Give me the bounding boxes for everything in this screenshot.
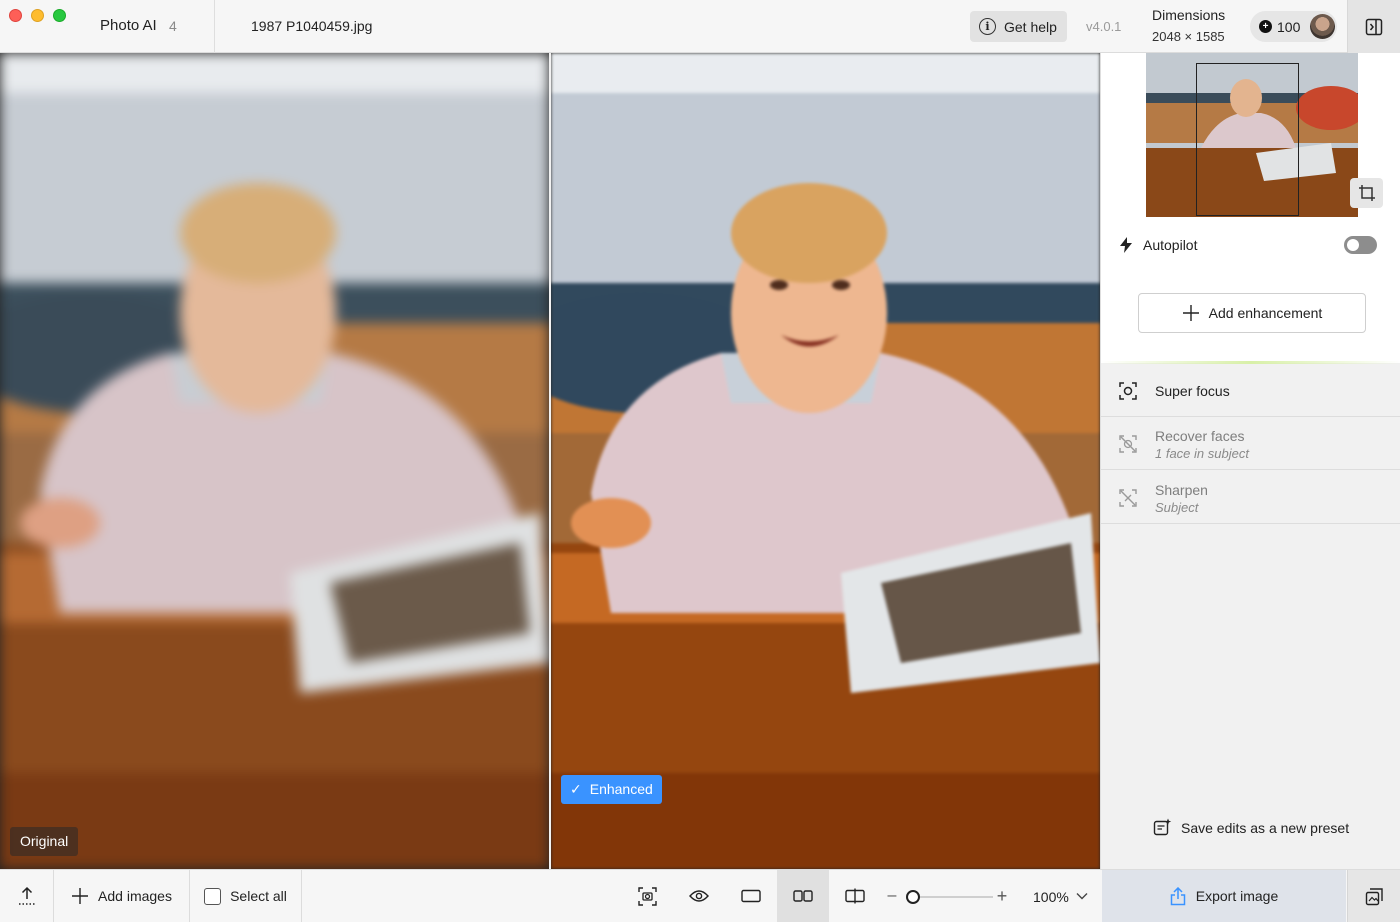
add-images-button[interactable]: Add images xyxy=(54,870,189,922)
title-bar: Photo AI 4 1987 P1040459.jpg i Get help … xyxy=(0,0,1400,53)
save-preset-button[interactable]: Save edits as a new preset xyxy=(1153,818,1349,837)
original-photo xyxy=(0,53,549,869)
zoom-slider-handle[interactable] xyxy=(906,890,920,904)
add-enhancement-label: Add enhancement xyxy=(1208,305,1323,321)
zoom-value[interactable]: 100% xyxy=(1033,889,1069,905)
credits-account-button[interactable]: + 100 xyxy=(1250,11,1337,42)
compare-divider[interactable] xyxy=(549,53,551,869)
split-view-icon xyxy=(845,888,865,904)
export-image-label: Export image xyxy=(1195,888,1279,904)
original-image-pane[interactable] xyxy=(0,53,549,869)
autopilot-toggle[interactable] xyxy=(1344,236,1377,254)
sidebar-panel-icon xyxy=(1365,18,1383,35)
original-label: Original xyxy=(10,827,79,856)
export-images-icon xyxy=(1365,887,1383,905)
zoom-out-button[interactable]: – xyxy=(882,870,902,922)
credits-icon: + xyxy=(1259,20,1272,33)
enhancement-item-sharpen[interactable]: Sharpen Subject xyxy=(1101,471,1400,524)
export-image-button[interactable]: Export image xyxy=(1102,870,1346,922)
add-images-label: Add images xyxy=(98,888,172,904)
eye-icon xyxy=(689,890,709,902)
close-window-button[interactable] xyxy=(9,9,22,22)
crop-icon xyxy=(1358,185,1375,201)
single-view-button[interactable] xyxy=(725,870,777,922)
share-icon xyxy=(1170,886,1185,905)
zoom-dropdown-button[interactable] xyxy=(1070,870,1094,922)
export-options-button[interactable] xyxy=(1347,870,1400,922)
lightning-icon xyxy=(1120,237,1132,253)
show-original-button[interactable] xyxy=(673,870,725,922)
viewport-frame[interactable] xyxy=(1196,63,1299,216)
enhancement-sublabel: 1 face in subject xyxy=(1155,446,1249,461)
app-version-badge: 4 xyxy=(169,18,177,34)
file-name: 1987 P1040459.jpg xyxy=(251,18,373,34)
zoom-in-button[interactable]: + xyxy=(992,870,1012,922)
plus-icon xyxy=(1182,305,1199,321)
split-view-button[interactable] xyxy=(829,870,881,922)
app-title: Photo AI xyxy=(100,17,157,34)
credits-count: 100 xyxy=(1277,18,1301,35)
crop-button[interactable] xyxy=(1350,178,1383,208)
add-enhancement-button[interactable]: Add enhancement xyxy=(1138,293,1366,333)
image-canvas[interactable]: Original xyxy=(0,53,1100,869)
info-icon: i xyxy=(979,18,996,35)
chevron-down-icon xyxy=(1076,893,1088,900)
dimensions-title: Dimensions xyxy=(1152,7,1226,23)
enhancement-sidebar: Autopilot Add enhancement Super focus Re… xyxy=(1100,53,1400,869)
zoom-window-button[interactable] xyxy=(53,9,66,22)
enhancement-label: Sharpen xyxy=(1155,482,1208,498)
enhancement-sublabel: Subject xyxy=(1155,500,1199,515)
enhancement-label: Recover faces xyxy=(1155,428,1245,444)
focus-camera-icon xyxy=(637,886,657,906)
get-help-button[interactable]: i Get help xyxy=(970,11,1067,42)
titlebar-divider xyxy=(214,0,215,53)
super-focus-icon xyxy=(1119,382,1137,400)
recover-faces-icon xyxy=(1119,435,1137,453)
sidebar-header: Autopilot Add enhancement xyxy=(1101,53,1400,363)
checkbox-box[interactable] xyxy=(204,887,222,905)
sharpen-icon xyxy=(1119,489,1137,507)
enhanced-image-pane[interactable] xyxy=(551,53,1100,869)
dimensions-value: 2048 × 1585 xyxy=(1152,29,1225,44)
enhanced-toggle-badge[interactable]: ✓ Enhanced xyxy=(561,775,662,804)
single-view-icon xyxy=(741,889,761,903)
enhancement-item-super-focus[interactable]: Super focus xyxy=(1101,364,1400,417)
toggle-sidebar-button[interactable] xyxy=(1347,0,1400,53)
upload-button[interactable] xyxy=(0,870,53,922)
side-by-side-icon xyxy=(793,890,813,902)
side-by-side-view-button[interactable] xyxy=(777,870,829,922)
enhanced-photo xyxy=(551,53,1100,869)
enhancement-label: Super focus xyxy=(1155,383,1230,399)
select-all-checkbox[interactable]: Select all xyxy=(190,870,301,922)
save-preset-icon xyxy=(1153,818,1172,836)
preview-focus-button[interactable] xyxy=(621,870,673,922)
upload-icon xyxy=(18,886,35,905)
check-icon: ✓ xyxy=(570,781,582,797)
enhancement-item-recover-faces[interactable]: Recover faces 1 face in subject xyxy=(1101,417,1400,470)
plus-icon xyxy=(72,888,89,904)
save-preset-label: Save edits as a new preset xyxy=(1181,819,1350,836)
toolbar-divider xyxy=(301,870,302,922)
version-label: v4.0.1 xyxy=(1086,19,1122,34)
get-help-label: Get help xyxy=(1004,18,1057,35)
autopilot-label: Autopilot xyxy=(1143,237,1198,253)
avatar[interactable] xyxy=(1310,14,1335,39)
bottom-toolbar: Add images Select all – + 100% Export im… xyxy=(0,869,1400,922)
select-all-label: Select all xyxy=(230,888,287,904)
minimize-window-button[interactable] xyxy=(31,9,44,22)
navigator-thumbnail[interactable] xyxy=(1146,53,1358,217)
enhanced-label: Enhanced xyxy=(589,781,653,797)
